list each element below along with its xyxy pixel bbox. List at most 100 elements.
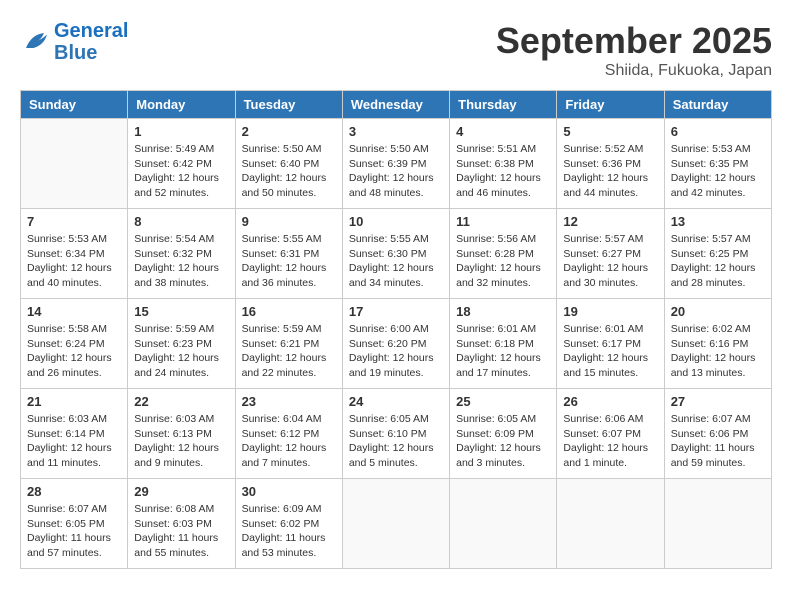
calendar-cell: 13 Sunrise: 5:57 AM Sunset: 6:25 PM Dayl… <box>664 209 771 299</box>
day-number: 5 <box>563 124 657 139</box>
day-number: 14 <box>27 304 121 319</box>
day-number: 9 <box>242 214 336 229</box>
weekday-header-sunday: Sunday <box>21 91 128 119</box>
day-info: Sunrise: 5:50 AM Sunset: 6:39 PM Dayligh… <box>349 142 443 201</box>
calendar-cell: 24 Sunrise: 6:05 AM Sunset: 6:10 PM Dayl… <box>342 389 449 479</box>
day-info: Sunrise: 6:09 AM Sunset: 6:02 PM Dayligh… <box>242 502 336 561</box>
calendar-cell: 25 Sunrise: 6:05 AM Sunset: 6:09 PM Dayl… <box>450 389 557 479</box>
calendar-cell: 7 Sunrise: 5:53 AM Sunset: 6:34 PM Dayli… <box>21 209 128 299</box>
day-info: Sunrise: 5:51 AM Sunset: 6:38 PM Dayligh… <box>456 142 550 201</box>
day-info: Sunrise: 6:02 AM Sunset: 6:16 PM Dayligh… <box>671 322 765 381</box>
calendar-cell <box>664 479 771 569</box>
day-info: Sunrise: 6:05 AM Sunset: 6:09 PM Dayligh… <box>456 412 550 471</box>
day-number: 6 <box>671 124 765 139</box>
day-number: 25 <box>456 394 550 409</box>
day-info: Sunrise: 6:03 AM Sunset: 6:13 PM Dayligh… <box>134 412 228 471</box>
day-number: 13 <box>671 214 765 229</box>
day-number: 10 <box>349 214 443 229</box>
calendar-week-3: 14 Sunrise: 5:58 AM Sunset: 6:24 PM Dayl… <box>21 299 772 389</box>
calendar-week-4: 21 Sunrise: 6:03 AM Sunset: 6:14 PM Dayl… <box>21 389 772 479</box>
day-number: 12 <box>563 214 657 229</box>
calendar-cell <box>342 479 449 569</box>
weekday-header-thursday: Thursday <box>450 91 557 119</box>
day-info: Sunrise: 6:07 AM Sunset: 6:05 PM Dayligh… <box>27 502 121 561</box>
weekday-header-saturday: Saturday <box>664 91 771 119</box>
calendar-cell: 17 Sunrise: 6:00 AM Sunset: 6:20 PM Dayl… <box>342 299 449 389</box>
day-info: Sunrise: 6:03 AM Sunset: 6:14 PM Dayligh… <box>27 412 121 471</box>
calendar-cell: 12 Sunrise: 5:57 AM Sunset: 6:27 PM Dayl… <box>557 209 664 299</box>
day-number: 30 <box>242 484 336 499</box>
day-info: Sunrise: 5:57 AM Sunset: 6:25 PM Dayligh… <box>671 232 765 291</box>
calendar-cell: 29 Sunrise: 6:08 AM Sunset: 6:03 PM Dayl… <box>128 479 235 569</box>
calendar-cell: 16 Sunrise: 5:59 AM Sunset: 6:21 PM Dayl… <box>235 299 342 389</box>
calendar-cell <box>450 479 557 569</box>
day-info: Sunrise: 5:57 AM Sunset: 6:27 PM Dayligh… <box>563 232 657 291</box>
calendar-cell: 20 Sunrise: 6:02 AM Sunset: 6:16 PM Dayl… <box>664 299 771 389</box>
day-number: 3 <box>349 124 443 139</box>
calendar-cell: 30 Sunrise: 6:09 AM Sunset: 6:02 PM Dayl… <box>235 479 342 569</box>
calendar-cell: 21 Sunrise: 6:03 AM Sunset: 6:14 PM Dayl… <box>21 389 128 479</box>
calendar-cell: 2 Sunrise: 5:50 AM Sunset: 6:40 PM Dayli… <box>235 119 342 209</box>
calendar-cell: 10 Sunrise: 5:55 AM Sunset: 6:30 PM Dayl… <box>342 209 449 299</box>
logo: General Blue <box>20 20 128 64</box>
calendar-cell: 22 Sunrise: 6:03 AM Sunset: 6:13 PM Dayl… <box>128 389 235 479</box>
day-info: Sunrise: 5:55 AM Sunset: 6:30 PM Dayligh… <box>349 232 443 291</box>
calendar-cell: 4 Sunrise: 5:51 AM Sunset: 6:38 PM Dayli… <box>450 119 557 209</box>
weekday-header-wednesday: Wednesday <box>342 91 449 119</box>
day-info: Sunrise: 6:00 AM Sunset: 6:20 PM Dayligh… <box>349 322 443 381</box>
day-info: Sunrise: 5:59 AM Sunset: 6:23 PM Dayligh… <box>134 322 228 381</box>
day-number: 11 <box>456 214 550 229</box>
calendar-table: SundayMondayTuesdayWednesdayThursdayFrid… <box>20 90 772 569</box>
calendar-cell: 19 Sunrise: 6:01 AM Sunset: 6:17 PM Dayl… <box>557 299 664 389</box>
calendar-header-row: SundayMondayTuesdayWednesdayThursdayFrid… <box>21 91 772 119</box>
calendar-cell: 9 Sunrise: 5:55 AM Sunset: 6:31 PM Dayli… <box>235 209 342 299</box>
calendar-cell: 5 Sunrise: 5:52 AM Sunset: 6:36 PM Dayli… <box>557 119 664 209</box>
calendar-cell <box>557 479 664 569</box>
calendar-week-1: 1 Sunrise: 5:49 AM Sunset: 6:42 PM Dayli… <box>21 119 772 209</box>
logo-text: General Blue <box>54 20 128 64</box>
day-number: 15 <box>134 304 228 319</box>
calendar-cell: 14 Sunrise: 5:58 AM Sunset: 6:24 PM Dayl… <box>21 299 128 389</box>
day-number: 8 <box>134 214 228 229</box>
day-number: 7 <box>27 214 121 229</box>
day-info: Sunrise: 5:55 AM Sunset: 6:31 PM Dayligh… <box>242 232 336 291</box>
day-number: 19 <box>563 304 657 319</box>
day-info: Sunrise: 5:50 AM Sunset: 6:40 PM Dayligh… <box>242 142 336 201</box>
day-info: Sunrise: 6:01 AM Sunset: 6:17 PM Dayligh… <box>563 322 657 381</box>
day-info: Sunrise: 6:08 AM Sunset: 6:03 PM Dayligh… <box>134 502 228 561</box>
day-number: 17 <box>349 304 443 319</box>
day-info: Sunrise: 5:56 AM Sunset: 6:28 PM Dayligh… <box>456 232 550 291</box>
day-info: Sunrise: 6:05 AM Sunset: 6:10 PM Dayligh… <box>349 412 443 471</box>
weekday-header-monday: Monday <box>128 91 235 119</box>
calendar-cell: 3 Sunrise: 5:50 AM Sunset: 6:39 PM Dayli… <box>342 119 449 209</box>
day-info: Sunrise: 6:07 AM Sunset: 6:06 PM Dayligh… <box>671 412 765 471</box>
calendar-cell: 28 Sunrise: 6:07 AM Sunset: 6:05 PM Dayl… <box>21 479 128 569</box>
calendar-cell: 15 Sunrise: 5:59 AM Sunset: 6:23 PM Dayl… <box>128 299 235 389</box>
day-number: 21 <box>27 394 121 409</box>
logo-icon <box>20 27 50 57</box>
day-info: Sunrise: 6:04 AM Sunset: 6:12 PM Dayligh… <box>242 412 336 471</box>
day-number: 29 <box>134 484 228 499</box>
calendar-cell: 18 Sunrise: 6:01 AM Sunset: 6:18 PM Dayl… <box>450 299 557 389</box>
day-number: 24 <box>349 394 443 409</box>
calendar-week-5: 28 Sunrise: 6:07 AM Sunset: 6:05 PM Dayl… <box>21 479 772 569</box>
calendar-cell: 1 Sunrise: 5:49 AM Sunset: 6:42 PM Dayli… <box>128 119 235 209</box>
day-number: 27 <box>671 394 765 409</box>
calendar-cell: 23 Sunrise: 6:04 AM Sunset: 6:12 PM Dayl… <box>235 389 342 479</box>
day-info: Sunrise: 5:53 AM Sunset: 6:34 PM Dayligh… <box>27 232 121 291</box>
calendar-cell: 8 Sunrise: 5:54 AM Sunset: 6:32 PM Dayli… <box>128 209 235 299</box>
calendar-cell: 27 Sunrise: 6:07 AM Sunset: 6:06 PM Dayl… <box>664 389 771 479</box>
weekday-header-friday: Friday <box>557 91 664 119</box>
title-section: September 2025 Shiida, Fukuoka, Japan <box>496 20 772 80</box>
day-info: Sunrise: 5:54 AM Sunset: 6:32 PM Dayligh… <box>134 232 228 291</box>
page-header: General Blue September 2025 Shiida, Fuku… <box>20 20 772 80</box>
location-subtitle: Shiida, Fukuoka, Japan <box>496 62 772 80</box>
day-info: Sunrise: 5:49 AM Sunset: 6:42 PM Dayligh… <box>134 142 228 201</box>
calendar-cell: 26 Sunrise: 6:06 AM Sunset: 6:07 PM Dayl… <box>557 389 664 479</box>
day-info: Sunrise: 6:06 AM Sunset: 6:07 PM Dayligh… <box>563 412 657 471</box>
day-info: Sunrise: 5:59 AM Sunset: 6:21 PM Dayligh… <box>242 322 336 381</box>
day-number: 22 <box>134 394 228 409</box>
day-number: 1 <box>134 124 228 139</box>
day-number: 20 <box>671 304 765 319</box>
calendar-week-2: 7 Sunrise: 5:53 AM Sunset: 6:34 PM Dayli… <box>21 209 772 299</box>
